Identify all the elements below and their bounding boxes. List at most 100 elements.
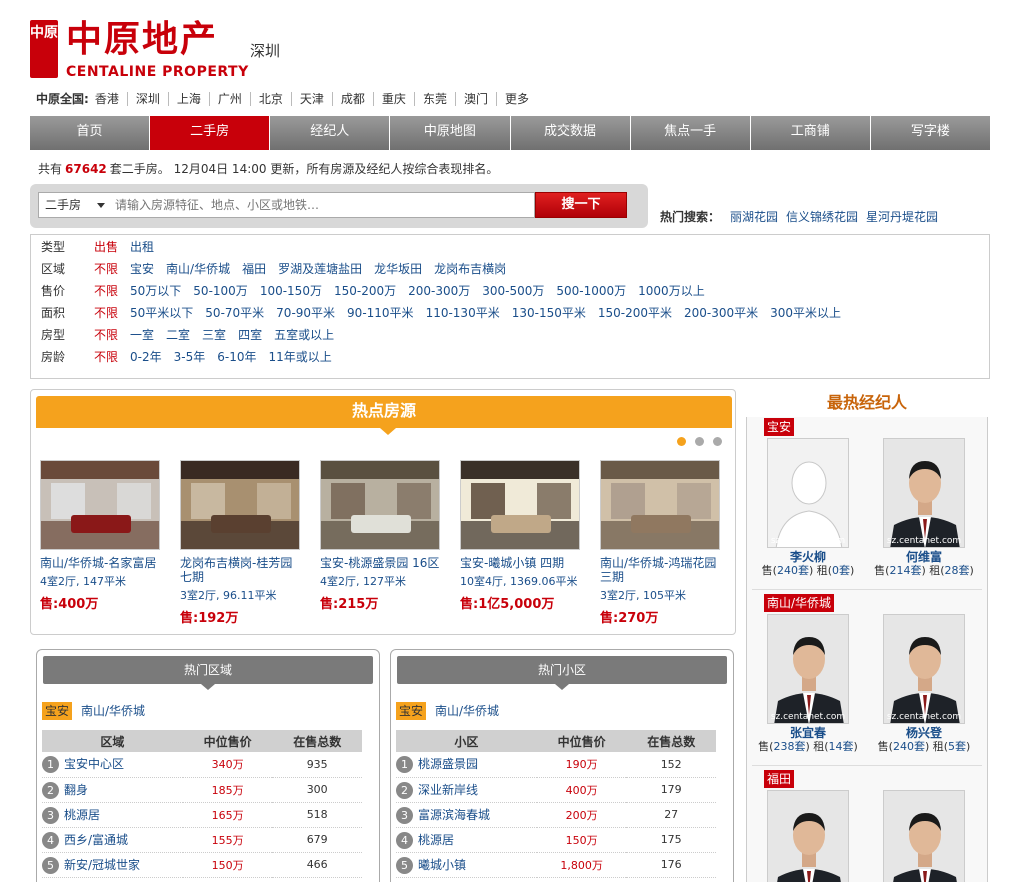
city-link[interactable]: 澳门 [454, 92, 496, 106]
city-link[interactable]: 上海 [167, 92, 209, 106]
search-input[interactable] [111, 192, 535, 218]
listing-card[interactable]: 龙岗布吉横岗-桂芳园七期 3室2厅, 96.11平米 售:192万 [180, 460, 302, 626]
agent-name[interactable]: 张宜春 [752, 726, 864, 740]
row-name[interactable]: 深业新岸线 [418, 783, 478, 797]
city-link[interactable]: 成都 [331, 92, 373, 106]
table-row[interactable]: 4 桃源居 150万 175 [396, 827, 716, 853]
city-link[interactable]: 深圳 [126, 92, 168, 106]
agent-photo[interactable]: sz.centanet.com [883, 790, 965, 882]
agent-rent-count[interactable]: 0套 [832, 564, 850, 577]
agent-card[interactable]: sz.centanet.com 何维富 售(214套) 租(28套) [868, 438, 980, 578]
row-name-cell[interactable]: 5 新安/冠城世家 [42, 852, 183, 878]
hot-search-link[interactable]: 信义锦绣花园 [786, 210, 858, 224]
hot-search-link[interactable]: 星河丹堤花园 [866, 210, 938, 224]
search-type-select[interactable]: 二手房 [38, 192, 112, 218]
agent-sale-count[interactable]: 238套 [773, 740, 805, 753]
filter-option[interactable]: 200-300平米 [684, 306, 758, 320]
listing-name[interactable]: 南山/华侨城-名家富居 [40, 556, 162, 570]
filter-option[interactable]: 宝安 [130, 262, 154, 276]
row-name[interactable]: 宝安中心区 [64, 757, 124, 771]
filter-option[interactable]: 不限 [94, 262, 118, 276]
filter-option[interactable]: 300平米以上 [770, 306, 841, 320]
filter-option[interactable]: 不限 [94, 328, 118, 342]
row-name[interactable]: 西乡/富通城 [64, 833, 128, 847]
city-link[interactable]: 更多 [495, 92, 537, 106]
listing-photo[interactable] [40, 460, 160, 550]
listing-photo[interactable] [600, 460, 720, 550]
agent-rent-count[interactable]: 14套 [829, 740, 854, 753]
filter-option[interactable]: 150-200平米 [598, 306, 672, 320]
filter-option[interactable]: 300-500万 [482, 284, 544, 298]
logo-english[interactable]: CENTALINE PROPERTY [66, 64, 249, 80]
agent-card[interactable]: sz.centanet.com [752, 790, 864, 882]
filter-option[interactable]: 四室 [238, 328, 262, 342]
logo-mark[interactable]: 中原 [30, 20, 58, 78]
city-link[interactable]: 香港 [95, 92, 127, 106]
filter-option[interactable]: 50-100万 [193, 284, 248, 298]
city-link[interactable]: 北京 [249, 92, 291, 106]
listing-name[interactable]: 南山/华侨城-鸿瑞花园三期 [600, 556, 722, 584]
listing-card[interactable]: 宝安-桃源盛景园 16区 4室2厅, 127平米 售:215万 [320, 460, 442, 612]
filter-option[interactable]: 3-5年 [174, 350, 206, 364]
row-name[interactable]: 曦城小镇 [418, 858, 466, 872]
listing-name[interactable]: 宝安-桃源盛景园 16区 [320, 556, 442, 570]
agent-rent-count[interactable]: 5套 [948, 740, 966, 753]
nav-item[interactable]: 成交数据 [510, 116, 631, 150]
filter-option[interactable]: 不限 [94, 306, 118, 320]
filter-option[interactable]: 6-10年 [217, 350, 256, 364]
agent-photo[interactable]: sz.centanet.com [767, 438, 849, 548]
row-name[interactable]: 翻身 [64, 783, 88, 797]
filter-option[interactable]: 出售 [94, 240, 118, 254]
filter-option[interactable]: 出租 [130, 240, 154, 254]
table-row[interactable]: 4 西乡/富通城 155万 679 [42, 827, 362, 853]
listing-photo[interactable] [180, 460, 300, 550]
row-name[interactable]: 桃源盛景园 [418, 757, 478, 771]
filter-option[interactable]: 不限 [94, 284, 118, 298]
row-name-cell[interactable]: 4 西乡/富通城 [42, 827, 183, 853]
table-row[interactable]: 5 新安/冠城世家 150万 466 [42, 852, 362, 878]
row-name-cell[interactable]: 2 深业新岸线 [396, 777, 537, 803]
row-name[interactable]: 桃源居 [418, 833, 454, 847]
community-tag-active[interactable]: 宝安 [396, 702, 427, 720]
agent-name[interactable]: 杨兴登 [868, 726, 980, 740]
area-tag-active[interactable]: 宝安 [42, 702, 73, 720]
filter-option[interactable]: 500-1000万 [556, 284, 626, 298]
table-row[interactable]: 3 富源滨海春城 200万 27 [396, 802, 716, 828]
community-tag[interactable]: 南山/华侨城 [435, 702, 499, 720]
listing-name[interactable]: 龙岗布吉横岗-桂芳园七期 [180, 556, 302, 584]
nav-item[interactable]: 焦点一手 [630, 116, 751, 150]
filter-option[interactable]: 50万以下 [130, 284, 181, 298]
filter-option[interactable]: 50平米以下 [130, 306, 193, 320]
agent-name[interactable]: 李火柳 [752, 550, 864, 564]
city-link[interactable]: 广州 [208, 92, 250, 106]
filter-option[interactable]: 0-2年 [130, 350, 162, 364]
table-row[interactable]: 5 曦城小镇 1,800万 176 [396, 852, 716, 878]
filter-option[interactable]: 罗湖及莲塘盐田 [278, 262, 362, 276]
agent-photo[interactable]: sz.centanet.com [883, 438, 965, 548]
agent-sale-count[interactable]: 240套 [893, 740, 925, 753]
agent-rent-count[interactable]: 28套 [945, 564, 970, 577]
row-name[interactable]: 富源滨海春城 [418, 808, 490, 822]
listing-card[interactable]: 南山/华侨城-名家富居 4室2厅, 147平米 售:400万 [40, 460, 162, 612]
agent-name[interactable]: 何维富 [868, 550, 980, 564]
filter-option[interactable]: 1000万以上 [638, 284, 705, 298]
filter-option[interactable]: 200-300万 [408, 284, 470, 298]
agent-sale-count[interactable]: 240套 [777, 564, 809, 577]
carousel-dot-3[interactable] [713, 437, 722, 446]
row-name-cell[interactable]: 3 桃源居 [42, 802, 183, 828]
nav-item[interactable]: 工商铺 [750, 116, 871, 150]
filter-option[interactable]: 70-90平米 [276, 306, 335, 320]
listing-photo[interactable] [460, 460, 580, 550]
filter-option[interactable]: 50-70平米 [205, 306, 264, 320]
nav-item[interactable]: 中原地图 [390, 116, 511, 150]
filter-option[interactable]: 三室 [202, 328, 226, 342]
carousel-dot-1[interactable] [677, 437, 686, 446]
agent-sale-count[interactable]: 214套 [889, 564, 921, 577]
filter-option[interactable]: 五室或以上 [274, 328, 334, 342]
filter-option[interactable]: 150-200万 [334, 284, 396, 298]
row-name[interactable]: 桃源居 [64, 808, 100, 822]
listing-photo[interactable] [320, 460, 440, 550]
table-row[interactable]: 3 桃源居 165万 518 [42, 802, 362, 828]
filter-option[interactable]: 一室 [130, 328, 154, 342]
nav-item[interactable]: 二手房 [150, 116, 271, 150]
